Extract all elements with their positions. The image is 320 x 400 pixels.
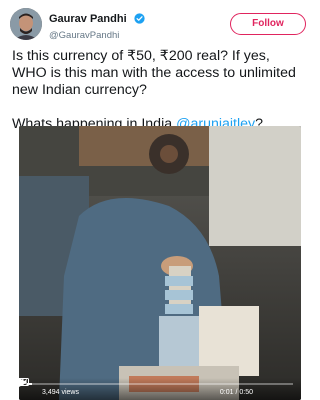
tweet-text-main: Is this currency of ₹50, ₹200 real? If y… [12,48,296,98]
verified-badge-icon [134,13,145,24]
video-progress-track[interactable] [27,383,293,385]
view-count: 3,494 views [42,389,79,396]
avatar[interactable] [10,8,42,40]
tweet-text: Is this currency of ₹50, ₹200 real? If y… [12,48,308,133]
fullscreen-icon[interactable] [19,378,27,386]
name-block: Gaurav Pandhi @GauravPandhi [49,10,145,41]
user-handle[interactable]: @GauravPandhi [49,30,145,41]
video-time: 0:01 / 0:50 [219,389,253,396]
follow-button[interactable]: Follow [230,13,306,35]
tweet-header: Gaurav Pandhi @GauravPandhi Follow [10,8,310,41]
display-name[interactable]: Gaurav Pandhi [49,13,127,25]
video-controls: 3,494 views 0:01 / 0:50 [19,378,301,400]
video-player[interactable]: 3,494 views 0:01 / 0:50 [19,126,301,400]
video-frame [19,126,301,400]
